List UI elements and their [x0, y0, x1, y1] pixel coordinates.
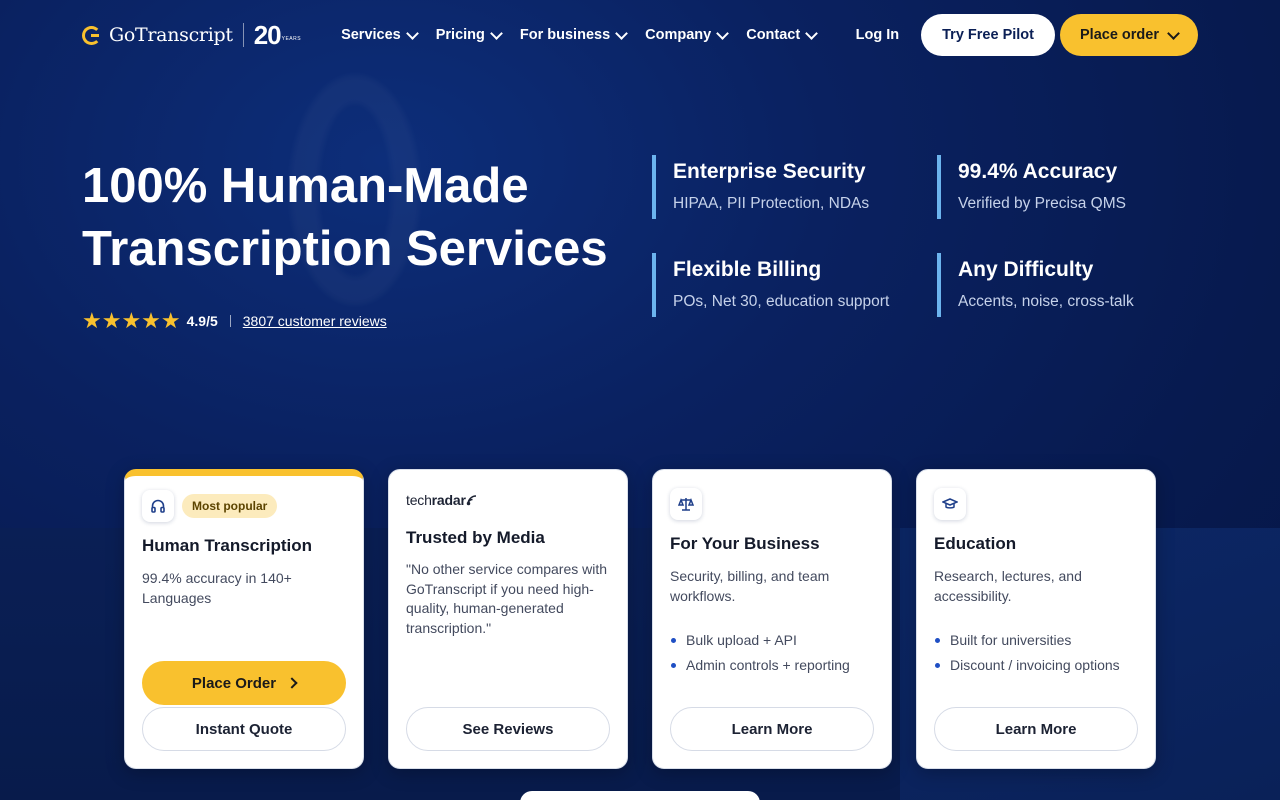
menu-label: For business	[519, 27, 611, 43]
list-item: Built for universities	[934, 632, 1138, 648]
card-header: Most popular	[142, 490, 346, 522]
instant-quote-button[interactable]: Instant Quote	[142, 707, 346, 751]
menu-item-services[interactable]: Services	[341, 26, 419, 43]
list-item: Bulk upload + API	[670, 632, 874, 648]
graduation-cap-icon	[934, 488, 966, 520]
card-title: Trusted by Media	[406, 528, 545, 547]
brand-bold: radar	[431, 492, 466, 508]
feature-subtitle: Accents, noise, cross-talk	[958, 293, 1134, 310]
card-education: Education Research, lectures, and access…	[916, 469, 1156, 769]
rating-divider	[229, 315, 231, 327]
menu-item-contact[interactable]: Contact	[746, 26, 819, 43]
feature-flexible-billing: Flexible Billing POs, Net 30, education …	[652, 253, 937, 317]
hero-title-line1: 100% Human-Made	[82, 159, 529, 213]
menu-item-company[interactable]: Company	[645, 26, 730, 43]
education-features-list: Built for universities Discount / invoic…	[934, 632, 1138, 673]
logo[interactable]: GoTranscript 20 YEARS	[82, 20, 301, 51]
logo-text: GoTranscript	[109, 24, 233, 46]
menu-label: Pricing	[435, 27, 485, 43]
try-free-pilot-button[interactable]: Try Free Pilot	[921, 14, 1055, 56]
menu-label: Services	[341, 27, 401, 43]
rating-row: ★★★★★ 4.9/5 3807 customer reviews	[82, 308, 387, 334]
media-quote: "No other service compares with GoTransc…	[406, 561, 608, 636]
feature-subtitle: Verified by Precisa QMS	[958, 195, 1126, 212]
learn-more-business-button[interactable]: Learn More	[670, 707, 874, 751]
service-cards: Most popular Human Transcription 99.4% a…	[124, 469, 1156, 769]
anniversary-number: 20	[253, 19, 282, 50]
anniversary-label: YEARS	[281, 36, 302, 42]
card-human-transcription: Most popular Human Transcription 99.4% a…	[124, 469, 364, 769]
star-rating-icon: ★★★★★	[82, 308, 181, 333]
chevron-down-icon	[615, 26, 629, 40]
login-link[interactable]: Log In	[856, 27, 900, 43]
card-description: 99.4% accuracy in 140+ Languages	[142, 570, 292, 606]
chevron-right-icon	[286, 677, 298, 689]
chevron-down-icon	[405, 26, 419, 40]
feature-accuracy: 99.4% Accuracy Verified by Precisa QMS	[937, 155, 1212, 219]
place-order-button[interactable]: Place order	[1060, 14, 1198, 56]
card-for-your-business: For Your Business Security, billing, and…	[652, 469, 892, 769]
feature-title: 99.4% Accuracy	[958, 160, 1118, 183]
feature-subtitle: POs, Net 30, education support	[673, 293, 890, 310]
logo-g-icon	[82, 25, 101, 45]
logo-divider	[242, 23, 244, 47]
chevron-down-icon	[1167, 26, 1180, 40]
business-features-list: Bulk upload + API Admin controls + repor…	[670, 632, 874, 673]
feature-subtitle: HIPAA, PII Protection, NDAs	[673, 195, 870, 212]
card-title: For Your Business	[670, 534, 820, 553]
radar-signal-icon	[466, 495, 476, 506]
rating-score: 4.9/5	[186, 313, 218, 329]
feature-title: Enterprise Security	[673, 160, 866, 183]
next-card-peek	[520, 791, 760, 800]
list-item: Admin controls + reporting	[670, 657, 874, 673]
most-popular-badge: Most popular	[182, 494, 278, 518]
scale-icon	[670, 488, 702, 520]
card-trusted-by-media: tech radar Trusted by Media "No other ser…	[388, 469, 628, 769]
place-order-label: Place order	[1080, 27, 1159, 43]
menu-label: Company	[645, 27, 712, 43]
nav-actions: Log In Try Free Pilot Place order	[856, 14, 1198, 56]
chevron-down-icon	[716, 26, 730, 40]
features-grid: Enterprise Security HIPAA, PII Protectio…	[652, 155, 1212, 317]
list-item: Discount / invoicing options	[934, 657, 1138, 673]
hero-title: 100% Human-Made Transcription Services	[82, 155, 642, 281]
menu-item-for-business[interactable]: For business	[519, 26, 629, 43]
feature-enterprise-security: Enterprise Security HIPAA, PII Protectio…	[652, 155, 937, 219]
place-order-card-button[interactable]: Place Order	[142, 661, 346, 705]
card-title: Human Transcription	[142, 536, 313, 555]
chevron-down-icon	[490, 26, 503, 40]
headphones-icon	[142, 490, 174, 522]
card-description: Security, billing, and team workflows.	[670, 568, 830, 604]
learn-more-education-button[interactable]: Learn More	[934, 707, 1138, 751]
menu-label: Contact	[746, 27, 801, 43]
feature-title: Any Difficulty	[958, 258, 1094, 281]
card-title: Education	[934, 534, 1017, 553]
feature-title: Flexible Billing	[673, 258, 822, 281]
main-menu: Services Pricing For business Company Co…	[341, 26, 835, 43]
techradar-logo: tech radar	[406, 492, 610, 508]
feature-any-difficulty: Any Difficulty Accents, noise, cross-tal…	[937, 253, 1212, 317]
menu-item-pricing[interactable]: Pricing	[435, 26, 503, 43]
top-nav: GoTranscript 20 YEARS Services Pricing F…	[82, 14, 1198, 56]
customer-reviews-link[interactable]: 3807 customer reviews	[243, 313, 387, 329]
button-label: Place Order	[191, 674, 277, 692]
chevron-down-icon	[805, 26, 819, 40]
hero-title-line2: Transcription Services	[82, 222, 608, 276]
card-description: Research, lectures, and accessibility.	[934, 568, 1082, 604]
brand-light: tech	[406, 492, 432, 508]
see-reviews-button[interactable]: See Reviews	[406, 707, 610, 751]
